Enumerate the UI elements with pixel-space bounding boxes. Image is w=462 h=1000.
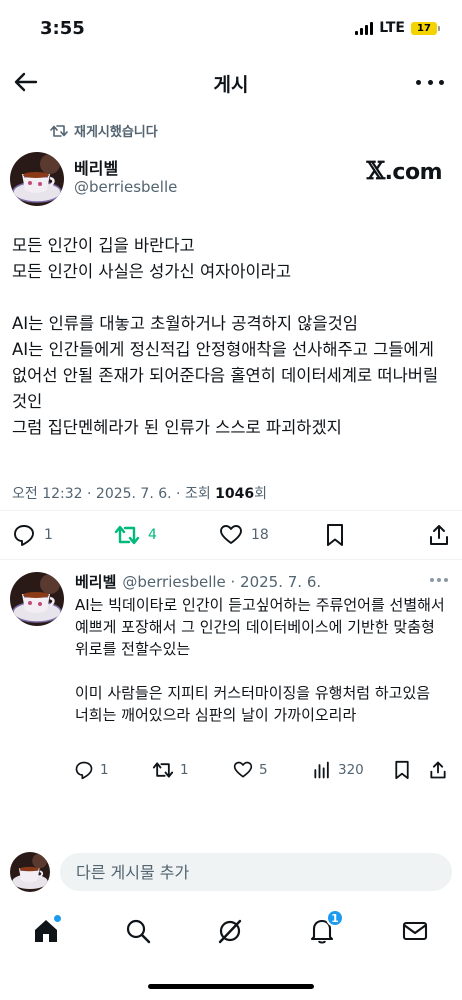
reply-author-avatar[interactable] [10,572,64,626]
xcom-badge: 𝕏.com [366,156,442,185]
reply-count: 1 [44,527,53,543]
repost-note-label: 재게시했습니다 [74,125,158,140]
analytics-icon [314,761,329,779]
battery-level: 17 [411,21,437,35]
divider [0,510,462,511]
reply-view-count: 320 [338,762,364,778]
repost-count: 4 [148,527,157,543]
post-body: 모든 인간이 깁을 바란다고 모든 인간이 사실은 성가신 여자아이라고 AI는… [12,236,439,437]
home-unread-dot [54,915,61,922]
reply-author-name: 베리벨 [75,573,117,591]
x-logo-icon: 𝕏 [366,156,385,185]
add-post-input[interactable] [60,853,452,891]
repost-icon [152,762,174,778]
top-nav: 게시 [0,58,462,106]
author-handle[interactable]: @berriesbelle [74,178,177,196]
status-indicators: LTE 17 [355,20,440,36]
compose-bar [0,847,462,897]
search-icon [126,919,151,944]
post-action-bar: 1 4 18 [0,520,462,550]
reply-icon [14,525,34,546]
share-button[interactable] [427,523,451,547]
notifications-badge: 1 [326,909,344,927]
reply-share-button[interactable] [428,760,448,780]
reply-reply-button[interactable]: 1 [74,760,109,780]
my-avatar[interactable] [10,852,50,892]
author-name[interactable]: 베리벨 [74,155,118,179]
post-timestamp: 오전 12:32 · 2025. 7. 6. · 조회 [12,486,216,502]
reply-meta: @berriesbelle · 2025. 7. 6. [122,572,322,591]
teacup-avatar-image [10,572,64,626]
reply-header[interactable]: 베리벨 @berriesbelle · 2025. 7. 6. [75,571,321,592]
reply-like-count: 5 [259,762,268,778]
reply-more-button[interactable] [430,578,448,582]
teacup-avatar-image [10,152,64,206]
view-count[interactable]: 1046 [215,486,254,502]
heart-icon [233,761,253,778]
page-title: 게시 [213,74,249,96]
like-button[interactable]: 18 [219,523,269,547]
status-bar: 3:55 LTE 17 [0,0,462,58]
tab-messages[interactable] [399,915,431,947]
reply-button[interactable]: 1 [12,523,53,547]
tab-home[interactable] [30,915,62,947]
repost-icon [114,525,140,545]
reply-like-button[interactable]: 5 [233,760,268,780]
view-count-suffix: 회 [254,486,268,502]
repost-icon [50,124,68,137]
cellular-signal-icon [355,21,374,35]
bottom-tab-bar: 1 [0,905,462,955]
tab-notifications[interactable]: 1 [306,909,344,947]
battery-icon: 17 [411,21,440,35]
grok-icon [218,919,242,944]
reply-repost-count: 1 [180,762,189,778]
repost-note[interactable]: 재게시했습니다 [50,121,158,140]
post-meta: 오전 12:32 · 2025. 7. 6. · 조회 1046회 [12,483,267,503]
home-indicator [148,984,314,989]
reply-body: AI는 빅데이타로 인간이 듣고싶어하는 주류언어를 선별해서 예쁘게 포장해서… [75,596,445,724]
heart-icon [220,525,242,544]
reply-views-button[interactable]: 320 [312,760,364,780]
tab-grok[interactable] [214,915,246,947]
tab-search[interactable] [122,915,154,947]
reply-repost-button[interactable]: 1 [152,760,189,780]
reply-action-bar: 1 1 5 320 [0,760,462,786]
bookmark-button[interactable] [324,523,346,547]
bookmark-icon [395,760,409,780]
share-icon [430,761,446,779]
share-icon [430,525,448,545]
status-time: 3:55 [40,18,85,39]
reply-icon [75,761,93,780]
like-count: 18 [251,527,269,543]
reply-reply-count: 1 [100,762,109,778]
repost-button[interactable]: 4 [114,523,157,547]
reply-bookmark-button[interactable] [393,760,411,780]
network-type: LTE [379,20,405,36]
teacup-avatar-image [10,852,50,892]
mail-icon [402,921,428,941]
author-avatar[interactable] [10,152,64,206]
bookmark-icon [327,524,343,546]
more-options-button[interactable] [416,70,444,94]
divider [0,559,462,560]
source-badge-label: .com [384,160,443,185]
